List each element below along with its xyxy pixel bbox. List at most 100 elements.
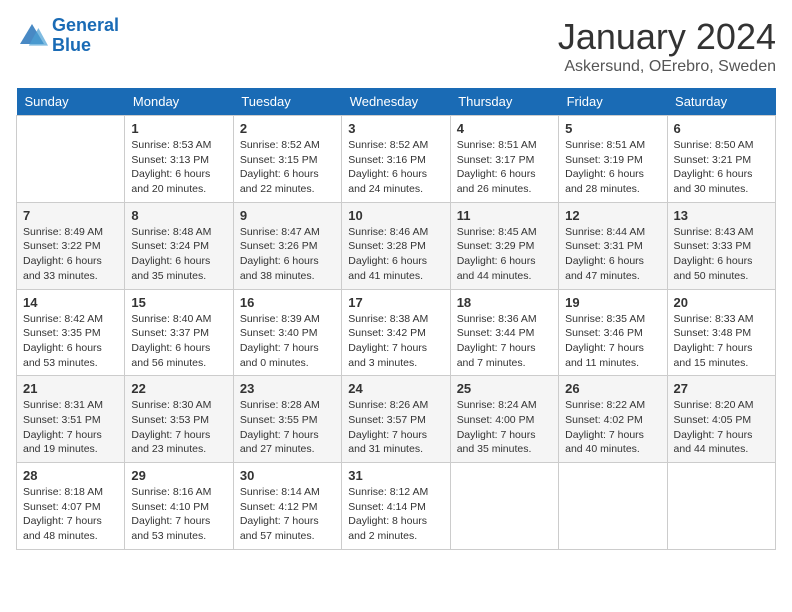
day-number: 29 [131,468,226,483]
day-number: 1 [131,121,226,136]
calendar-cell: 20Sunrise: 8:33 AMSunset: 3:48 PMDayligh… [667,289,775,376]
day-info: Sunrise: 8:53 AMSunset: 3:13 PMDaylight:… [131,138,226,197]
day-number: 13 [674,208,769,223]
day-info: Sunrise: 8:35 AMSunset: 3:46 PMDaylight:… [565,312,660,371]
calendar-cell: 7Sunrise: 8:49 AMSunset: 3:22 PMDaylight… [17,202,125,289]
calendar-cell: 18 Sunrise: 8:36 AMSunset: 3:44 PMDayligh… [450,289,558,376]
day-number: 16 [240,295,335,310]
day-number: 23 [240,381,335,396]
day-info: Sunrise: 8:44 AMSunset: 3:31 PMDaylight:… [565,225,660,284]
calendar-cell: 11 Sunrise: 8:45 AMSunset: 3:29 PMDayligh… [450,202,558,289]
logo-general: General [52,15,119,35]
calendar-cell: 24 Sunrise: 8:26 AMSunset: 3:57 PMDayligh… [342,376,450,463]
week-row-2: 7Sunrise: 8:49 AMSunset: 3:22 PMDaylight… [17,202,776,289]
day-number: 30 [240,468,335,483]
day-info: Sunrise: 8:28 AMSunset: 3:55 PMDaylight:… [240,398,335,457]
day-number: 31 [348,468,443,483]
location-title: Askersund, OErebro, Sweden [558,58,776,76]
calendar-cell: 13 Sunrise: 8:43 AMSunset: 3:33 PMDayligh… [667,202,775,289]
weekday-header-thursday: Thursday [450,88,558,116]
day-info: Sunrise: 8:52 AMSunset: 3:16 PMDaylight:… [348,138,443,197]
calendar-cell: 2 Sunrise: 8:52 AMSunset: 3:15 PMDaylight… [233,116,341,203]
day-number: 26 [565,381,660,396]
weekday-header-monday: Monday [125,88,233,116]
day-info: Sunrise: 8:42 AMSunset: 3:35 PMDaylight:… [23,312,118,371]
day-info: Sunrise: 8:51 AMSunset: 3:17 PMDaylight:… [457,138,552,197]
day-info: Sunrise: 8:31 AMSunset: 3:51 PMDaylight:… [23,398,118,457]
day-number: 3 [348,121,443,136]
calendar-cell: 19 Sunrise: 8:35 AMSunset: 3:46 PMDayligh… [559,289,667,376]
logo-blue: Blue [52,35,91,55]
day-number: 28 [23,468,118,483]
calendar-cell: 22Sunrise: 8:30 AMSunset: 3:53 PMDayligh… [125,376,233,463]
day-info: Sunrise: 8:39 AMSunset: 3:40 PMDaylight:… [240,312,335,371]
day-info: Sunrise: 8:24 AMSunset: 4:00 PMDaylight:… [457,398,552,457]
day-info: Sunrise: 8:18 AMSunset: 4:07 PMDaylight:… [23,485,118,544]
day-number: 10 [348,208,443,223]
day-info: Sunrise: 8:50 AMSunset: 3:21 PMDaylight:… [674,138,769,197]
day-info: Sunrise: 8:46 AMSunset: 3:28 PMDaylight:… [348,225,443,284]
day-info: Sunrise: 8:45 AMSunset: 3:29 PMDaylight:… [457,225,552,284]
week-row-1: 1 Sunrise: 8:53 AMSunset: 3:13 PMDaylight… [17,116,776,203]
calendar-cell [17,116,125,203]
day-info: Sunrise: 8:51 AMSunset: 3:19 PMDaylight:… [565,138,660,197]
logo-icon [16,20,48,52]
day-number: 2 [240,121,335,136]
day-number: 25 [457,381,552,396]
day-number: 5 [565,121,660,136]
calendar-cell: 26Sunrise: 8:22 AMSunset: 4:02 PMDayligh… [559,376,667,463]
day-info: Sunrise: 8:26 AMSunset: 3:57 PMDaylight:… [348,398,443,457]
day-info: Sunrise: 8:20 AMSunset: 4:05 PMDaylight:… [674,398,769,457]
day-info: Sunrise: 8:36 AMSunset: 3:44 PMDaylight:… [457,312,552,371]
calendar-cell: 3 Sunrise: 8:52 AMSunset: 3:16 PMDaylight… [342,116,450,203]
day-info: Sunrise: 8:52 AMSunset: 3:15 PMDaylight:… [240,138,335,197]
day-number: 12 [565,208,660,223]
day-number: 19 [565,295,660,310]
day-info: Sunrise: 8:49 AMSunset: 3:22 PMDaylight:… [23,225,118,284]
day-info: Sunrise: 8:14 AMSunset: 4:12 PMDaylight:… [240,485,335,544]
weekday-header-wednesday: Wednesday [342,88,450,116]
calendar-cell: 5 Sunrise: 8:51 AMSunset: 3:19 PMDaylight… [559,116,667,203]
day-number: 11 [457,208,552,223]
day-number: 17 [348,295,443,310]
calendar-cell: 29 Sunrise: 8:16 AMSunset: 4:10 PMDayligh… [125,463,233,550]
day-number: 8 [131,208,226,223]
day-number: 14 [23,295,118,310]
month-title: January 2024 [558,16,776,58]
calendar-cell: 4Sunrise: 8:51 AMSunset: 3:17 PMDaylight… [450,116,558,203]
day-info: Sunrise: 8:16 AMSunset: 4:10 PMDaylight:… [131,485,226,544]
calendar-cell [667,463,775,550]
calendar-cell: 31Sunrise: 8:12 AMSunset: 4:14 PMDayligh… [342,463,450,550]
calendar-cell: 17 Sunrise: 8:38 AMSunset: 3:42 PMDayligh… [342,289,450,376]
weekday-header-saturday: Saturday [667,88,775,116]
calendar-cell: 16 Sunrise: 8:39 AMSunset: 3:40 PMDayligh… [233,289,341,376]
weekday-header-friday: Friday [559,88,667,116]
calendar-cell: 23 Sunrise: 8:28 AMSunset: 3:55 PMDayligh… [233,376,341,463]
day-number: 18 [457,295,552,310]
calendar-cell: 8Sunrise: 8:48 AMSunset: 3:24 PMDaylight… [125,202,233,289]
calendar-cell: 25 Sunrise: 8:24 AMSunset: 4:00 PMDayligh… [450,376,558,463]
calendar-cell: 28 Sunrise: 8:18 AMSunset: 4:07 PMDayligh… [17,463,125,550]
day-info: Sunrise: 8:43 AMSunset: 3:33 PMDaylight:… [674,225,769,284]
calendar-cell [450,463,558,550]
title-block: January 2024 Askersund, OErebro, Sweden [558,16,776,76]
day-number: 24 [348,381,443,396]
calendar-cell: 6 Sunrise: 8:50 AMSunset: 3:21 PMDaylight… [667,116,775,203]
calendar-cell: 10 Sunrise: 8:46 AMSunset: 3:28 PMDayligh… [342,202,450,289]
calendar-cell [559,463,667,550]
day-number: 9 [240,208,335,223]
day-number: 20 [674,295,769,310]
calendar-table: SundayMondayTuesdayWednesdayThursdayFrid… [16,88,776,550]
week-row-3: 14 Sunrise: 8:42 AMSunset: 3:35 PMDayligh… [17,289,776,376]
weekday-header-tuesday: Tuesday [233,88,341,116]
day-info: Sunrise: 8:38 AMSunset: 3:42 PMDaylight:… [348,312,443,371]
calendar-cell: 15Sunrise: 8:40 AMSunset: 3:37 PMDayligh… [125,289,233,376]
calendar-cell: 21Sunrise: 8:31 AMSunset: 3:51 PMDayligh… [17,376,125,463]
weekday-header-row: SundayMondayTuesdayWednesdayThursdayFrid… [17,88,776,116]
day-number: 27 [674,381,769,396]
calendar-cell: 9Sunrise: 8:47 AMSunset: 3:26 PMDaylight… [233,202,341,289]
calendar-cell: 14 Sunrise: 8:42 AMSunset: 3:35 PMDayligh… [17,289,125,376]
day-number: 6 [674,121,769,136]
calendar-cell: 12 Sunrise: 8:44 AMSunset: 3:31 PMDayligh… [559,202,667,289]
day-info: Sunrise: 8:40 AMSunset: 3:37 PMDaylight:… [131,312,226,371]
